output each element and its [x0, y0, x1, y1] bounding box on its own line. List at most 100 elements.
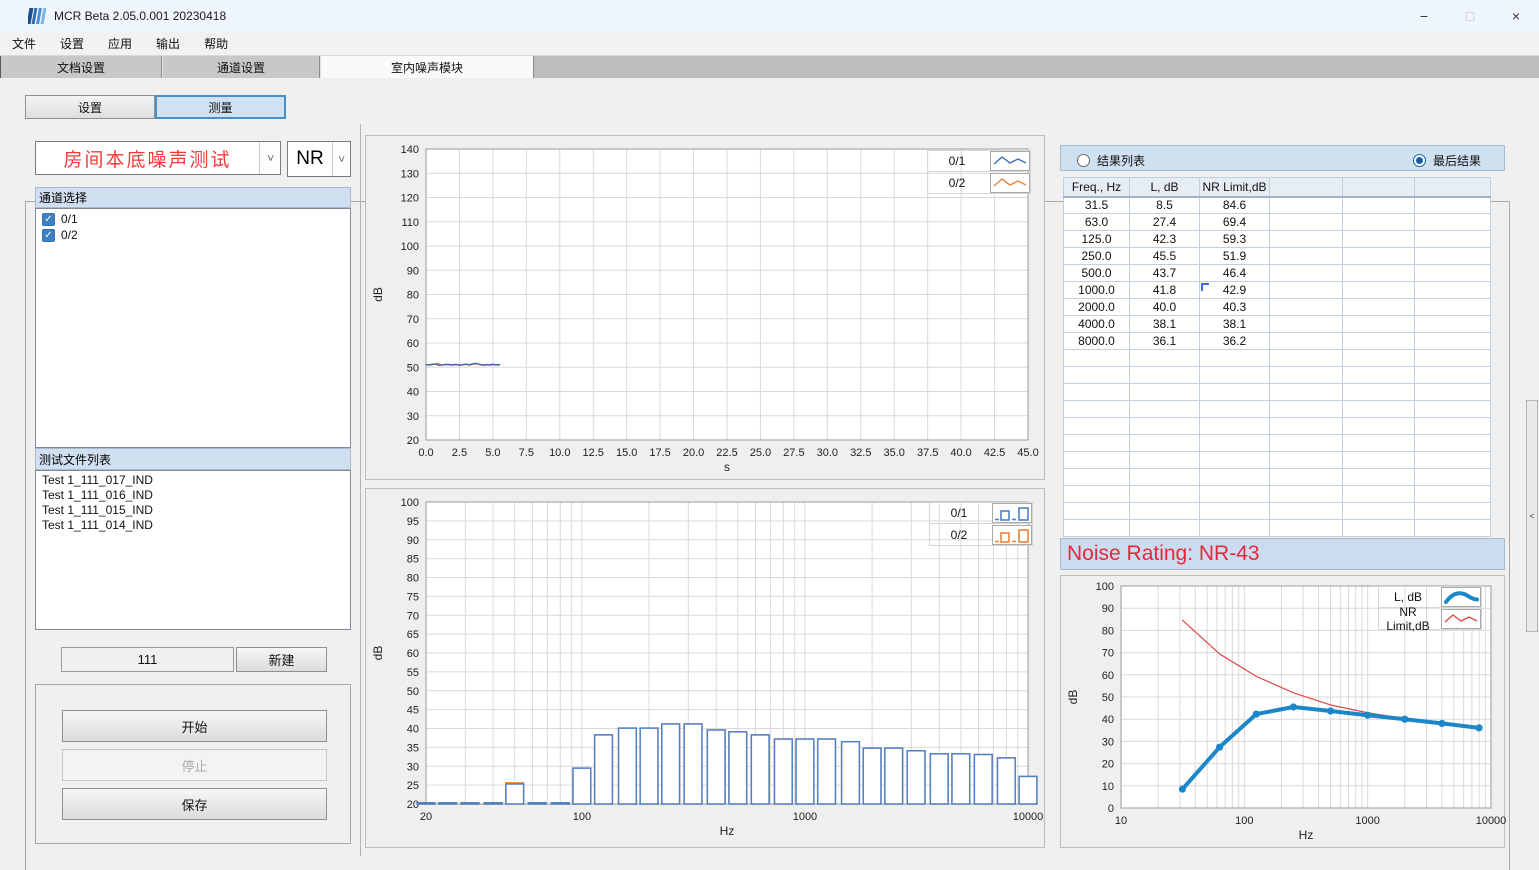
table-cell[interactable] [1270, 503, 1343, 520]
list-item[interactable]: Test 1_111_017_IND [36, 473, 350, 488]
channel-item[interactable]: ✓0/1 [36, 211, 350, 227]
table-cell[interactable] [1343, 401, 1415, 418]
table-cell[interactable] [1415, 452, 1491, 469]
table-cell[interactable] [1064, 418, 1130, 435]
table-cell[interactable] [1270, 350, 1343, 367]
table-cell[interactable]: 45.5 [1130, 248, 1200, 265]
menu-item[interactable]: 帮助 [192, 32, 240, 55]
table-cell[interactable] [1415, 503, 1491, 520]
table-cell[interactable]: 27.4 [1130, 214, 1200, 231]
table-cell[interactable]: 125.0 [1064, 231, 1130, 248]
table-cell[interactable] [1130, 435, 1200, 452]
maximize-button[interactable]: □ [1447, 0, 1493, 32]
table-cell[interactable]: 1000.0 [1064, 282, 1130, 299]
table-cell[interactable] [1130, 418, 1200, 435]
table-cell[interactable] [1270, 299, 1343, 316]
table-cell[interactable] [1200, 418, 1270, 435]
table-row[interactable]: 63.027.469.4 [1064, 214, 1491, 231]
radio-last-result[interactable]: 最后结果 [1413, 152, 1481, 169]
table-cell[interactable]: 63.0 [1064, 214, 1130, 231]
table-cell[interactable] [1415, 486, 1491, 503]
list-item[interactable]: Test 1_111_016_IND [36, 488, 350, 503]
table-cell[interactable] [1270, 452, 1343, 469]
test-file-list[interactable]: Test 1_111_017_INDTest 1_111_016_INDTest… [35, 470, 351, 630]
table-cell[interactable] [1200, 503, 1270, 520]
list-item[interactable]: Test 1_111_015_IND [36, 503, 350, 518]
table-cell[interactable]: 8.5 [1130, 197, 1200, 214]
menu-item[interactable]: 文件 [0, 32, 48, 55]
table-cell[interactable]: 38.1 [1200, 316, 1270, 333]
table-cell[interactable]: 42.3 [1130, 231, 1200, 248]
new-button[interactable]: 新建 [236, 647, 327, 672]
table-cell[interactable]: 500.0 [1064, 265, 1130, 282]
table-cell[interactable] [1200, 350, 1270, 367]
table-cell[interactable] [1415, 282, 1491, 299]
table-cell[interactable] [1343, 350, 1415, 367]
table-cell[interactable] [1064, 367, 1130, 384]
table-cell[interactable] [1200, 384, 1270, 401]
table-row[interactable] [1064, 367, 1491, 384]
table-cell[interactable] [1343, 265, 1415, 282]
table-cell[interactable] [1343, 248, 1415, 265]
table-cell[interactable] [1270, 401, 1343, 418]
table-cell[interactable] [1415, 299, 1491, 316]
table-cell[interactable] [1130, 520, 1200, 537]
table-cell[interactable] [1270, 265, 1343, 282]
table-cell[interactable] [1200, 435, 1270, 452]
table-cell[interactable] [1270, 333, 1343, 350]
table-cell[interactable]: 42.9 [1200, 282, 1270, 299]
table-cell[interactable] [1270, 214, 1343, 231]
table-cell[interactable] [1415, 265, 1491, 282]
table-cell[interactable] [1130, 401, 1200, 418]
checkbox-icon[interactable]: ✓ [42, 229, 55, 242]
table-row[interactable]: 1000.041.842.9 [1064, 282, 1491, 299]
table-cell[interactable] [1270, 469, 1343, 486]
menu-item[interactable]: 输出 [144, 32, 192, 55]
table-cell[interactable] [1343, 299, 1415, 316]
tab-settings[interactable]: 设置 [25, 95, 155, 119]
table-cell[interactable]: 40.0 [1130, 299, 1200, 316]
table-cell[interactable] [1415, 248, 1491, 265]
table-cell[interactable] [1343, 231, 1415, 248]
table-cell[interactable] [1343, 384, 1415, 401]
table-row[interactable] [1064, 520, 1491, 537]
rating-select[interactable]: NR > [287, 141, 351, 177]
table-cell[interactable] [1343, 418, 1415, 435]
menu-item[interactable]: 设置 [48, 32, 96, 55]
table-cell[interactable] [1270, 316, 1343, 333]
table-cell[interactable]: 84.6 [1200, 197, 1270, 214]
table-cell[interactable]: 51.9 [1200, 248, 1270, 265]
table-cell[interactable] [1064, 401, 1130, 418]
table-cell[interactable]: 59.3 [1200, 231, 1270, 248]
table-cell[interactable] [1270, 418, 1343, 435]
table-row[interactable]: 31.58.584.6 [1064, 197, 1491, 214]
table-cell[interactable] [1130, 469, 1200, 486]
table-cell[interactable] [1130, 486, 1200, 503]
table-cell[interactable] [1343, 316, 1415, 333]
list-item[interactable]: Test 1_111_014_IND [36, 518, 350, 533]
table-cell[interactable]: 38.1 [1130, 316, 1200, 333]
table-cell[interactable] [1415, 384, 1491, 401]
table-cell[interactable] [1200, 452, 1270, 469]
checkbox-icon[interactable]: ✓ [42, 213, 55, 226]
table-row[interactable] [1064, 503, 1491, 520]
table-cell[interactable] [1064, 469, 1130, 486]
table-cell[interactable] [1130, 367, 1200, 384]
table-cell[interactable] [1270, 197, 1343, 214]
radio-result-list[interactable]: 结果列表 [1077, 152, 1145, 169]
table-cell[interactable] [1343, 197, 1415, 214]
save-button[interactable]: 保存 [62, 788, 327, 820]
table-cell[interactable]: 40.3 [1200, 299, 1270, 316]
table-cell[interactable] [1415, 231, 1491, 248]
table-cell[interactable] [1130, 503, 1200, 520]
table-cell[interactable] [1415, 520, 1491, 537]
table-row[interactable] [1064, 401, 1491, 418]
table-row[interactable] [1064, 418, 1491, 435]
table-cell[interactable] [1343, 486, 1415, 503]
radio-icon[interactable] [1413, 154, 1426, 167]
table-cell[interactable] [1343, 214, 1415, 231]
table-row[interactable] [1064, 350, 1491, 367]
table-cell[interactable] [1343, 333, 1415, 350]
menu-item[interactable]: 应用 [96, 32, 144, 55]
table-cell[interactable] [1270, 367, 1343, 384]
